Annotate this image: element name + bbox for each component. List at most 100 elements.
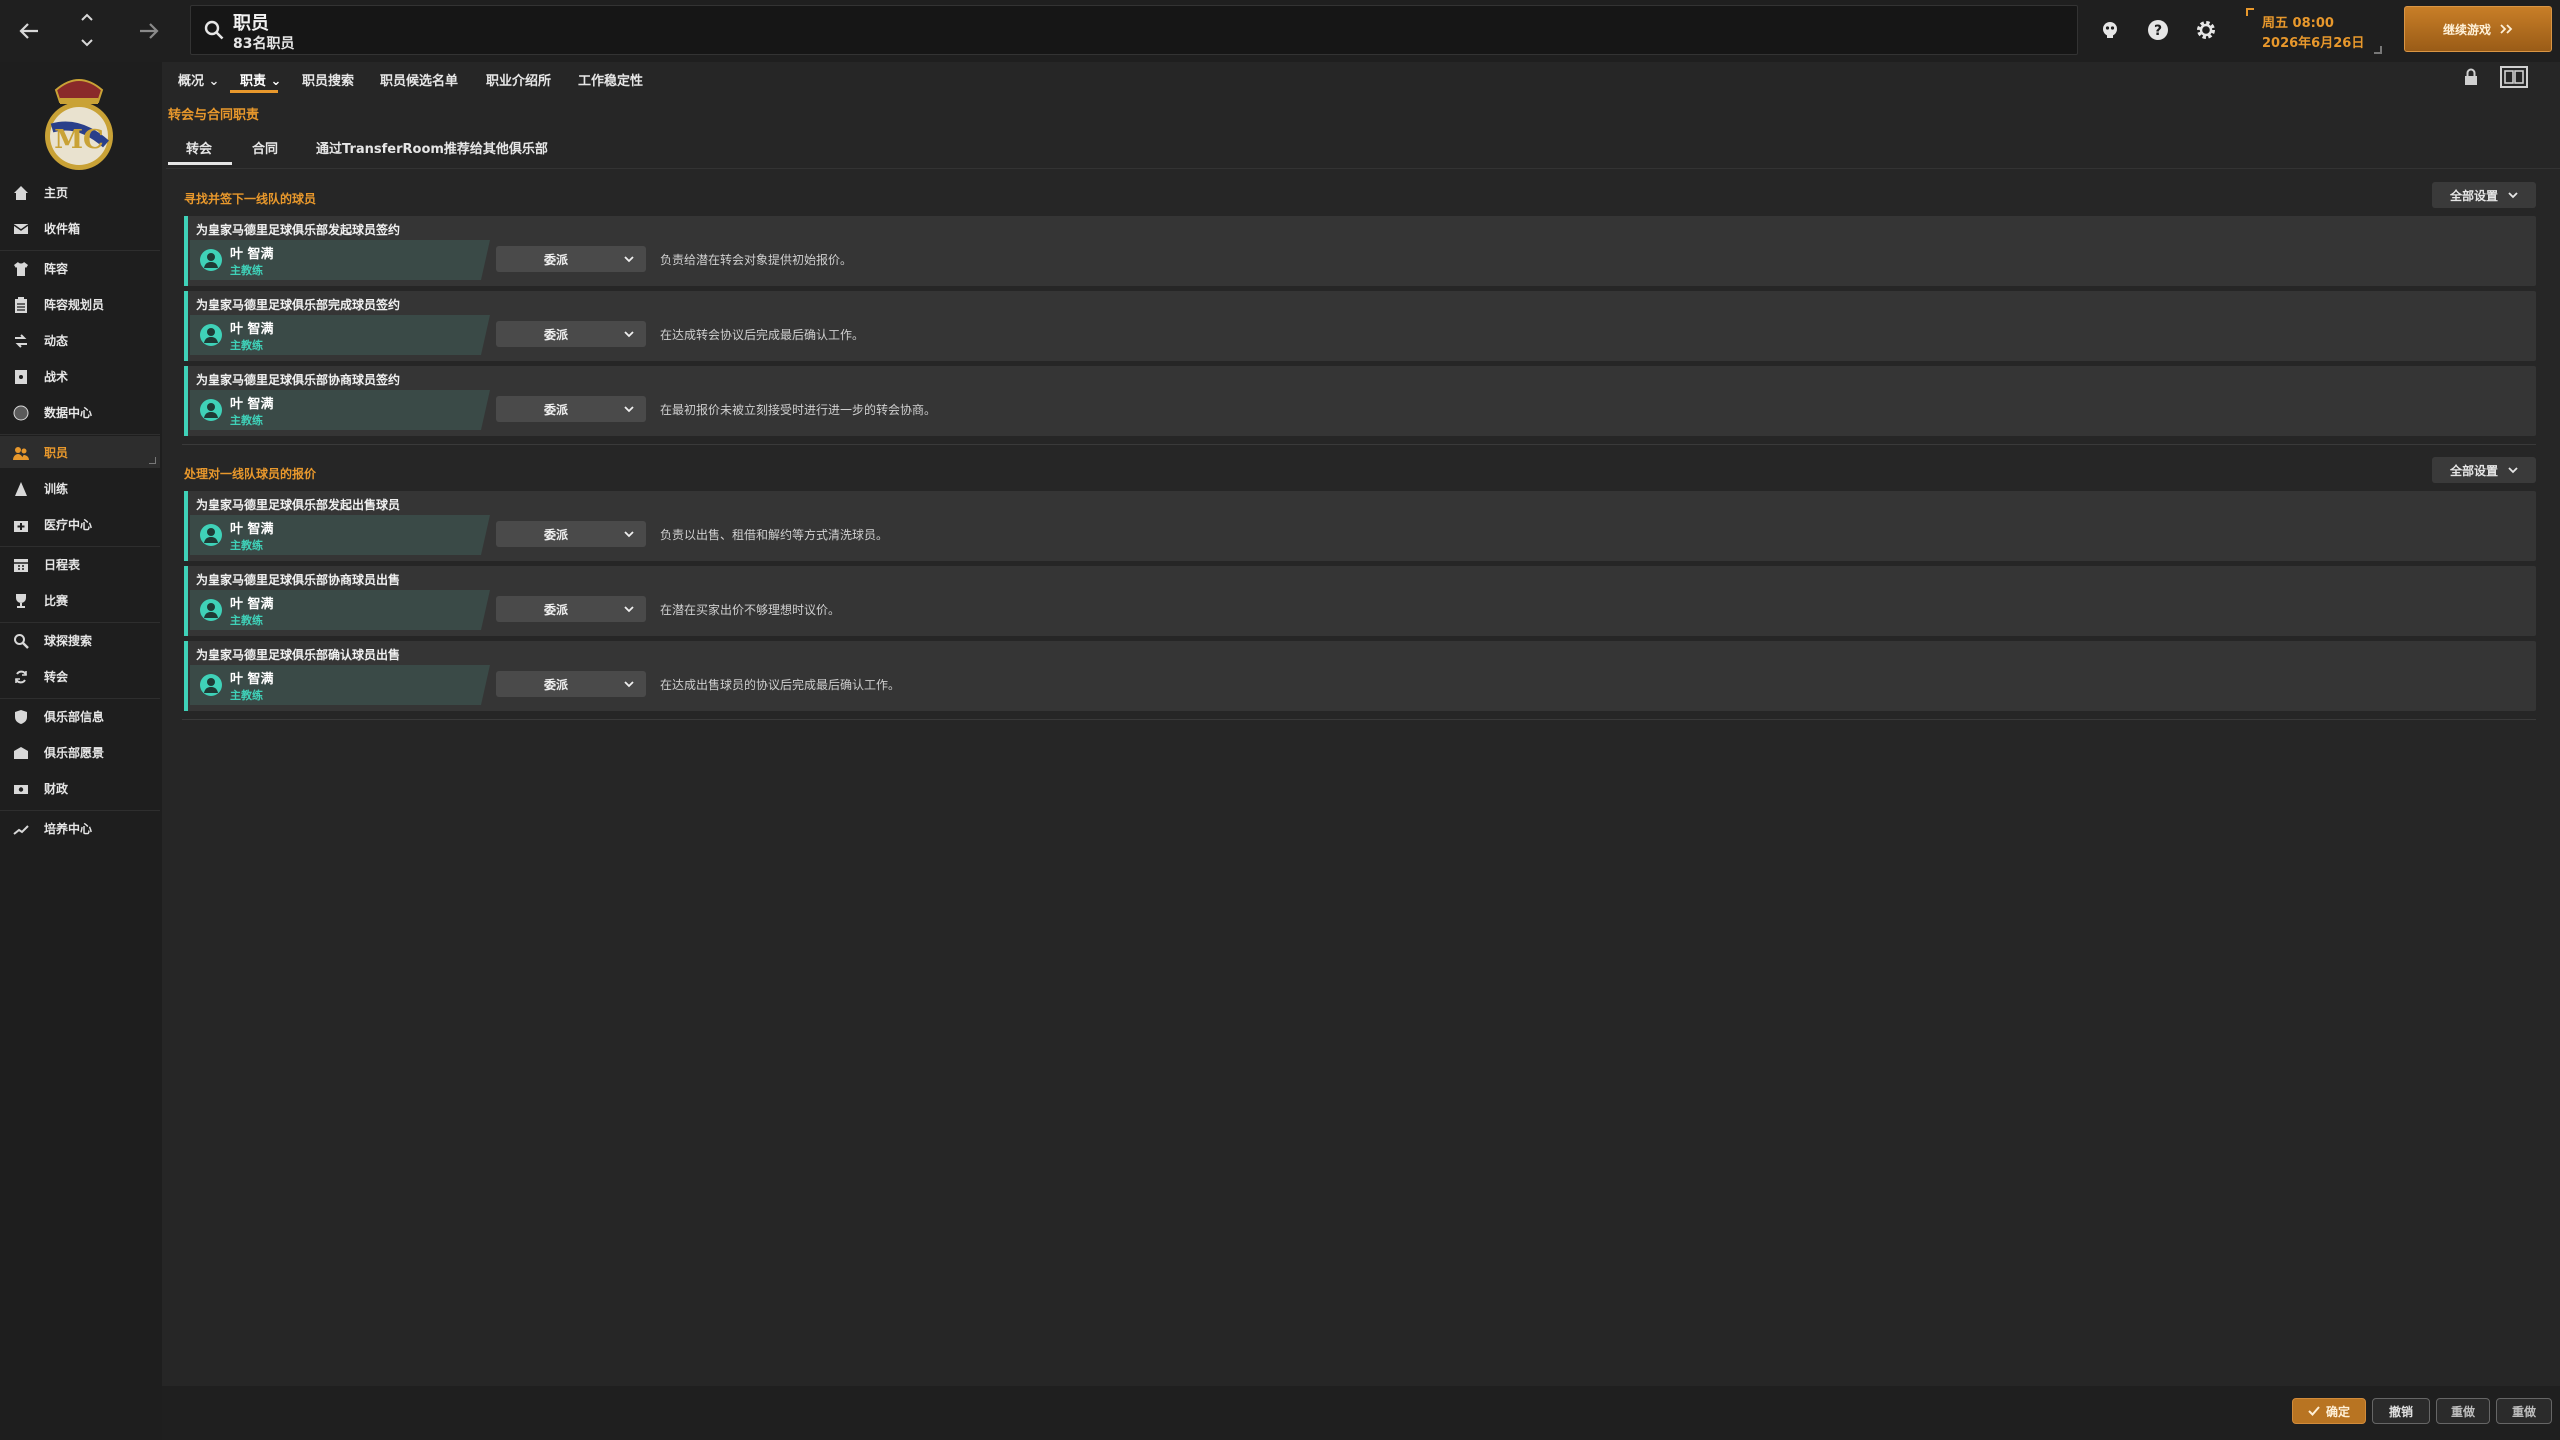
double-chevron-right-icon <box>2500 24 2513 34</box>
sidebar-item-label: 数据中心 <box>44 406 93 420</box>
forward-arrow-icon[interactable] <box>130 12 168 50</box>
sidebar-item-home[interactable]: 主页 <box>0 176 160 208</box>
sidebar-item-dynamics[interactable]: 动态 <box>0 324 160 356</box>
sidebar-item-club-info[interactable]: 俱乐部信息 <box>0 700 160 732</box>
sidebar-item-squad[interactable]: 阵容 <box>0 252 160 284</box>
sidebar-item-label: 培养中心 <box>44 822 93 836</box>
training-icon <box>12 480 30 498</box>
assignment-select[interactable]: 委派 <box>496 396 646 422</box>
staff-icon <box>12 444 30 462</box>
subnav-staff-shortlist[interactable]: 职员候选名单 <box>380 70 458 89</box>
home-icon <box>12 184 30 202</box>
sidebar-item-data-hub[interactable]: 数据中心 <box>0 396 160 428</box>
brain-icon[interactable] <box>2094 14 2126 46</box>
card-accent <box>184 641 188 711</box>
assignment-select[interactable]: 委派 <box>496 321 646 347</box>
divider <box>182 719 2536 720</box>
subnav-label: 概况 <box>178 74 205 89</box>
subnav-responsibilities[interactable]: 职责 ⌄ <box>240 70 281 89</box>
sidebar-item-staff[interactable]: 职员 <box>0 436 160 468</box>
sidebar-item-tactics[interactable]: 战术 <box>0 360 160 392</box>
shirt-icon <box>12 260 30 278</box>
help-icon[interactable]: ? <box>2142 14 2174 46</box>
sidebar-item-squad-planner[interactable]: 阵容规划员 <box>0 288 160 320</box>
sidebar-item-label: 动态 <box>44 334 69 348</box>
staff-member[interactable]: 叶 智满 主教练 <box>190 665 490 705</box>
staff-avatar <box>200 324 222 346</box>
staff-member[interactable]: 叶 智满 主教练 <box>190 590 490 630</box>
tab-transferroom[interactable]: 通过TransferRoom推荐给其他俱乐部 <box>316 138 548 157</box>
subnav-overview[interactable]: 概况 ⌄ <box>178 70 219 89</box>
sidebar-item-label: 比赛 <box>44 594 69 608</box>
sidebar-item-development-centre[interactable]: 培养中心 <box>0 812 160 844</box>
lock-icon[interactable] <box>2462 68 2480 86</box>
tab-transfers[interactable]: 转会 <box>186 138 212 157</box>
data-icon <box>12 404 30 422</box>
sidebar-item-schedule[interactable]: 日程表 <box>0 548 160 580</box>
subnav-job-security[interactable]: 工作稳定性 <box>578 70 643 89</box>
group-title: 寻找并签下一线队的球员 <box>184 192 317 206</box>
inbox-icon <box>12 220 30 238</box>
responsibility-card: 为皇家马德里足球俱乐部完成球员签约 叶 智满 主教练 委派 在达成转会协议后完成… <box>184 291 2536 361</box>
game-date[interactable]: 周五 08:00 2026年6月26日 <box>2246 8 2382 54</box>
dynamics-icon <box>12 332 30 350</box>
sidebar-item-finances[interactable]: 财政 <box>0 772 160 804</box>
redo-button[interactable]: 重做 <box>2436 1398 2490 1424</box>
undo-button[interactable]: 撤销 <box>2372 1398 2430 1424</box>
sidebar-item-club-vision[interactable]: 俱乐部愿景 <box>0 736 160 768</box>
set-all-button[interactable]: 全部设置 <box>2432 182 2536 208</box>
responsibility-card: 为皇家马德里足球俱乐部协商球员出售 叶 智满 主教练 委派 在潜在买家出价不够理… <box>184 566 2536 636</box>
sidebar-item-scouting[interactable]: 球探搜索 <box>0 624 160 656</box>
assignment-select[interactable]: 委派 <box>496 596 646 622</box>
staff-name: 叶 智满 <box>230 672 274 687</box>
tab-contracts[interactable]: 合同 <box>252 138 278 157</box>
finance-icon <box>12 780 30 798</box>
staff-name: 叶 智满 <box>230 597 274 612</box>
sidebar-item-transfers[interactable]: 转会 <box>0 660 160 692</box>
confirm-button[interactable]: 确定 <box>2292 1398 2366 1424</box>
section-title: 转会与合同职责 <box>168 108 260 123</box>
staff-member[interactable]: 叶 智满 主教练 <box>190 315 490 355</box>
layout-icon[interactable] <box>2500 66 2528 88</box>
staff-name: 叶 智满 <box>230 247 274 262</box>
assignment-select[interactable]: 委派 <box>496 521 646 547</box>
card-description: 负责给潜在转会对象提供初始报价。 <box>660 253 853 267</box>
staff-name: 叶 智满 <box>230 522 274 537</box>
assignment-select[interactable]: 委派 <box>496 246 646 272</box>
development-icon <box>12 820 30 838</box>
card-description: 在潜在买家出价不够理想时议价。 <box>660 603 841 617</box>
search-bar[interactable]: 职员 83名职员 <box>190 5 2078 55</box>
select-value: 委派 <box>543 403 568 417</box>
select-value: 委派 <box>543 328 568 342</box>
responsibility-card: 为皇家马德里足球俱乐部协商球员签约 叶 智满 主教练 委派 在最初报价未被立刻接… <box>184 366 2536 436</box>
subnav-job-centre[interactable]: 职业介绍所 <box>486 70 551 89</box>
continue-button[interactable]: 继续游戏 <box>2404 6 2552 52</box>
date-time: 周五 08:00 <box>2262 16 2334 31</box>
staff-member[interactable]: 叶 智满 主教练 <box>190 390 490 430</box>
sidebar-item-training[interactable]: 训练 <box>0 472 160 504</box>
back-arrow-icon[interactable] <box>10 12 48 50</box>
staff-member[interactable]: 叶 智满 主教练 <box>190 240 490 280</box>
set-all-label: 全部设置 <box>2449 188 2498 203</box>
select-value: 委派 <box>543 678 568 692</box>
card-title: 为皇家马德里足球俱乐部协商球员出售 <box>196 573 401 587</box>
sidebar-item-label: 职员 <box>44 446 69 460</box>
sidebar-item-inbox[interactable]: 收件箱 <box>0 212 160 244</box>
set-all-button[interactable]: 全部设置 <box>2432 457 2536 483</box>
corner-decoration <box>2246 8 2254 16</box>
subnav-staff-search[interactable]: 职员搜索 <box>302 70 354 89</box>
active-tab-indicator <box>230 90 278 93</box>
default-button[interactable]: 重做 <box>2496 1398 2552 1424</box>
club-crest-logo[interactable]: MC <box>38 68 120 178</box>
sidebar-item-competitions[interactable]: 比赛 <box>0 584 160 616</box>
gear-icon[interactable] <box>2190 14 2222 46</box>
tactics-icon <box>12 368 30 386</box>
set-all-label: 全部设置 <box>2449 463 2498 478</box>
sidebar-item-medical[interactable]: 医疗中心 <box>0 508 160 540</box>
active-tab-indicator <box>168 162 232 165</box>
assignment-select[interactable]: 委派 <box>496 671 646 697</box>
chevron-down-icon[interactable] <box>72 28 102 58</box>
sidebar-divider <box>0 434 160 435</box>
staff-member[interactable]: 叶 智满 主教练 <box>190 515 490 555</box>
staff-role: 主教练 <box>230 264 263 277</box>
